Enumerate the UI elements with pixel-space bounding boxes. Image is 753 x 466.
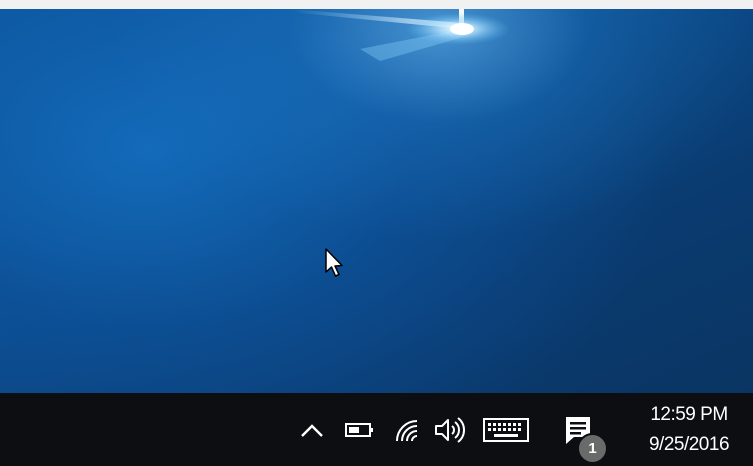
mouse-cursor-arrow-icon xyxy=(325,248,343,277)
touch-keyboard-button[interactable] xyxy=(478,393,534,466)
top-window-edge xyxy=(0,0,753,9)
wallpaper-light-beam xyxy=(290,9,510,61)
notification-count-badge: 1 xyxy=(577,433,608,464)
desktop-background[interactable] xyxy=(0,9,753,393)
keyboard-icon xyxy=(483,417,529,442)
wifi-icon xyxy=(396,419,418,441)
battery-button[interactable] xyxy=(340,393,380,466)
screen: 1 12:59 PM 9/25/2016 xyxy=(0,0,753,466)
clock-date: 9/25/2016 xyxy=(648,433,730,455)
chevron-up-icon xyxy=(301,423,323,437)
taskbar-clock[interactable]: 12:59 PM 9/25/2016 xyxy=(630,393,748,466)
battery-icon xyxy=(345,422,373,437)
show-hidden-icons-button[interactable] xyxy=(296,393,328,466)
clock-time: 12:59 PM xyxy=(650,403,728,425)
speaker-icon xyxy=(435,416,465,443)
volume-button[interactable] xyxy=(430,393,470,466)
network-button[interactable] xyxy=(390,393,424,466)
